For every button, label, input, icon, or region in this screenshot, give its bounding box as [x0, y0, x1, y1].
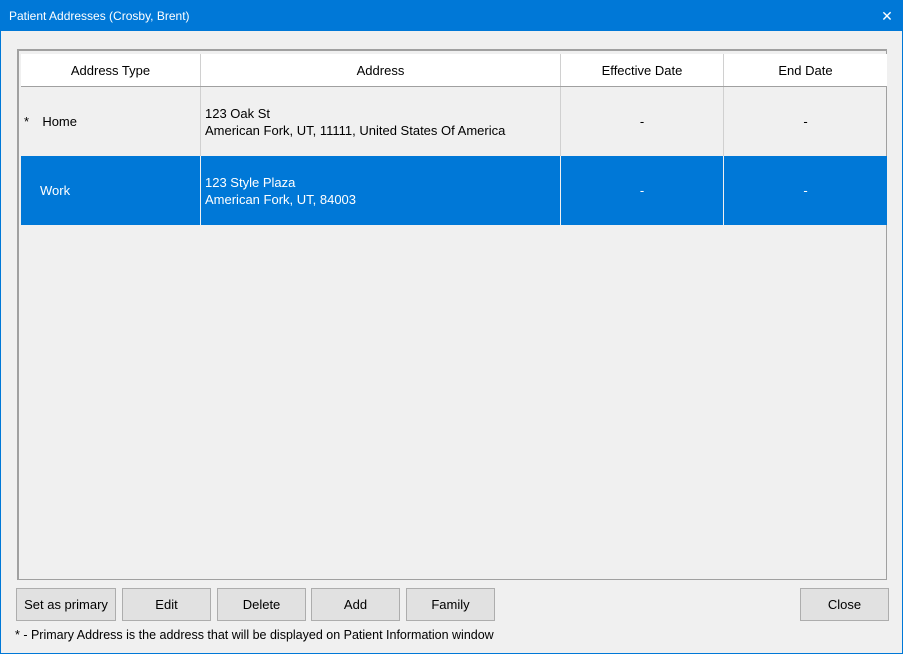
- close-icon: ✕: [881, 7, 893, 24]
- primary-address-footnote: * - Primary Address is the address that …: [15, 628, 494, 642]
- column-header-address[interactable]: Address: [201, 54, 561, 86]
- effective-date-cell: -: [561, 156, 724, 225]
- address-line1: 123 Style Plaza: [205, 174, 296, 190]
- window-close-button[interactable]: ✕: [872, 1, 902, 31]
- address-grid[interactable]: Address Type Address Effective Date End …: [17, 49, 887, 580]
- close-button[interactable]: Close: [800, 588, 889, 621]
- set-as-primary-button[interactable]: Set as primary: [16, 588, 116, 621]
- end-date-cell: -: [803, 183, 808, 198]
- family-button[interactable]: Family: [406, 588, 495, 621]
- primary-marker: *: [24, 114, 30, 129]
- address-line2: American Fork, UT, 84003: [205, 191, 357, 207]
- delete-button[interactable]: Delete: [217, 588, 306, 621]
- effective-date-cell: -: [561, 87, 724, 156]
- edit-button[interactable]: Edit: [122, 588, 211, 621]
- address-line2: American Fork, UT, 11111, United States …: [205, 122, 506, 138]
- address-cell: 123 Style Plaza American Fork, UT, 84003: [201, 156, 561, 225]
- table-row[interactable]: * Home 123 Oak St American Fork, UT, 111…: [21, 87, 887, 156]
- grid-header: Address Type Address Effective Date End …: [21, 54, 887, 87]
- table-row-selected[interactable]: Work 123 Style Plaza American Fork, UT, …: [21, 156, 887, 225]
- address-type-text: Work: [40, 183, 71, 198]
- patient-addresses-window: Patient Addresses (Crosby, Brent) ✕ Addr…: [0, 0, 903, 654]
- column-header-address-type[interactable]: Address Type: [21, 54, 201, 86]
- address-type-text: Home: [42, 114, 77, 129]
- address-type-cell: * Home: [21, 87, 201, 156]
- end-date-cell: -: [803, 114, 808, 129]
- address-type-cell: Work: [21, 156, 201, 225]
- column-header-effective-date[interactable]: Effective Date: [561, 54, 724, 86]
- add-button[interactable]: Add: [311, 588, 400, 621]
- title-bar: Patient Addresses (Crosby, Brent) ✕: [1, 1, 902, 31]
- window-title: Patient Addresses (Crosby, Brent): [9, 9, 190, 23]
- address-line1: 123 Oak St: [205, 105, 271, 121]
- column-header-end-date[interactable]: End Date: [724, 54, 887, 86]
- address-cell: 123 Oak St American Fork, UT, 11111, Uni…: [201, 87, 561, 156]
